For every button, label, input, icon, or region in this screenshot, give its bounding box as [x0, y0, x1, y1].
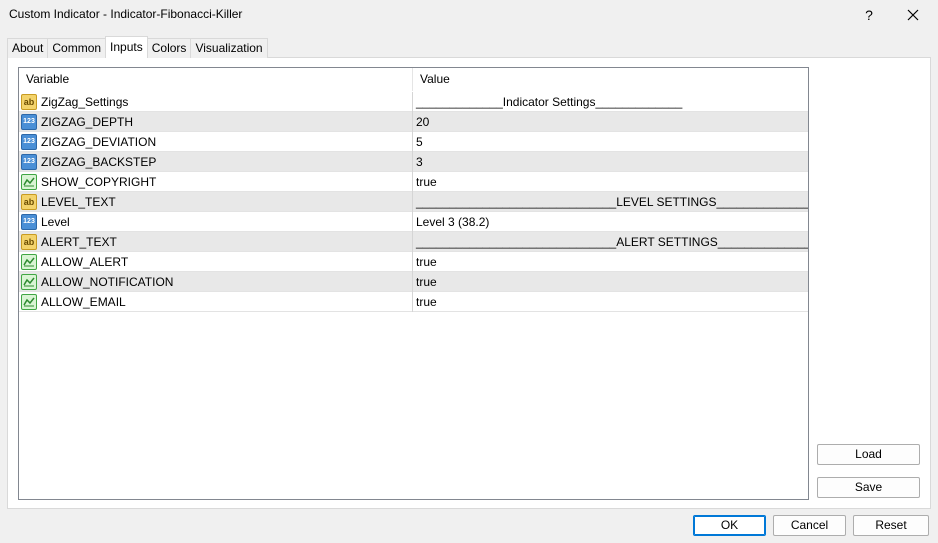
- table-row[interactable]: SHOW_COPYRIGHT true: [19, 172, 808, 192]
- grid-header: Variable Value: [19, 68, 808, 91]
- variable-cell: 123 ZIGZAG_DEPTH: [19, 112, 413, 132]
- table-row[interactable]: 123 ZIGZAG_BACKSTEP 3: [19, 152, 808, 172]
- variable-cell: ALLOW_NOTIFICATION: [19, 272, 413, 292]
- variable-name: ALLOW_ALERT: [41, 255, 129, 269]
- table-row[interactable]: 123 ZIGZAG_DEVIATION 5: [19, 132, 808, 152]
- variable-name: ZIGZAG_DEVIATION: [41, 135, 157, 149]
- variable-cell: ALLOW_ALERT: [19, 252, 413, 272]
- tab-colors[interactable]: Colors: [146, 38, 192, 58]
- tab-visualization[interactable]: Visualization: [190, 38, 268, 58]
- variable-cell: SHOW_COPYRIGHT: [19, 172, 413, 192]
- variable-name: ALLOW_NOTIFICATION: [41, 275, 174, 289]
- ok-button[interactable]: OK: [693, 515, 766, 536]
- table-row[interactable]: ALLOW_NOTIFICATION true: [19, 272, 808, 292]
- value-cell[interactable]: ______________________________ALERT SETT…: [413, 232, 808, 252]
- value-cell[interactable]: true: [413, 272, 808, 292]
- variable-name: ZIGZAG_DEPTH: [41, 115, 134, 129]
- variable-cell: 123 ZIGZAG_DEVIATION: [19, 132, 413, 152]
- value-cell[interactable]: true: [413, 252, 808, 272]
- table-row[interactable]: 123 Level Level 3 (38.2): [19, 212, 808, 232]
- table-row[interactable]: ALLOW_EMAIL true: [19, 292, 808, 312]
- help-button[interactable]: ?: [847, 0, 891, 29]
- save-button[interactable]: Save: [817, 477, 920, 498]
- value-cell[interactable]: 20: [413, 112, 808, 132]
- variable-name: ALLOW_EMAIL: [41, 295, 126, 309]
- boolean-icon: [21, 274, 37, 290]
- window-title: Custom Indicator - Indicator-Fibonacci-K…: [9, 7, 243, 21]
- string-icon: ab: [21, 194, 37, 210]
- string-icon: ab: [21, 94, 37, 110]
- variable-name: SHOW_COPYRIGHT: [41, 175, 157, 189]
- number-icon: 123: [21, 154, 37, 170]
- tab-common[interactable]: Common: [47, 38, 107, 58]
- tab-strip: About Common Inputs Colors Visualization: [7, 36, 268, 58]
- column-header-value[interactable]: Value: [413, 68, 808, 91]
- reset-button[interactable]: Reset: [853, 515, 929, 536]
- tab-about[interactable]: About: [7, 38, 49, 58]
- variable-cell: 123 Level: [19, 212, 413, 232]
- boolean-icon: [21, 174, 37, 190]
- variable-name: ZIGZAG_BACKSTEP: [41, 155, 157, 169]
- variable-cell: ab LEVEL_TEXT: [19, 192, 413, 212]
- value-cell[interactable]: true: [413, 292, 808, 312]
- value-cell[interactable]: ______________________________LEVEL SETT…: [413, 192, 808, 212]
- grid-rows: ab ZigZag_Settings _____________Indicator …: [19, 92, 808, 312]
- number-icon: 123: [21, 214, 37, 230]
- close-button[interactable]: [891, 0, 935, 29]
- number-icon: 123: [21, 134, 37, 150]
- boolean-icon: [21, 254, 37, 270]
- variable-cell: ab ZigZag_Settings: [19, 92, 413, 112]
- table-row[interactable]: ab ZigZag_Settings _____________Indicator …: [19, 92, 808, 112]
- value-cell[interactable]: Level 3 (38.2): [413, 212, 808, 232]
- variable-cell: ALLOW_EMAIL: [19, 292, 413, 312]
- inputs-grid: Variable Value ab ZigZag_Settings ________…: [18, 67, 809, 500]
- value-cell[interactable]: 3: [413, 152, 808, 172]
- table-row[interactable]: ALLOW_ALERT true: [19, 252, 808, 272]
- table-row[interactable]: ab LEVEL_TEXT ____________________________…: [19, 192, 808, 212]
- number-icon: 123: [21, 114, 37, 130]
- load-button[interactable]: Load: [817, 444, 920, 465]
- column-header-variable[interactable]: Variable: [19, 68, 413, 91]
- cancel-button[interactable]: Cancel: [773, 515, 846, 536]
- variable-cell: 123 ZIGZAG_BACKSTEP: [19, 152, 413, 172]
- table-row[interactable]: ab ALERT_TEXT ____________________________…: [19, 232, 808, 252]
- tab-inputs[interactable]: Inputs: [105, 36, 148, 58]
- close-icon: [907, 9, 919, 20]
- table-row[interactable]: 123 ZIGZAG_DEPTH 20: [19, 112, 808, 132]
- boolean-icon: [21, 294, 37, 310]
- string-icon: ab: [21, 234, 37, 250]
- value-cell[interactable]: 5: [413, 132, 808, 152]
- variable-name: ZigZag_Settings: [41, 95, 129, 109]
- variable-name: ALERT_TEXT: [41, 235, 117, 249]
- value-cell[interactable]: true: [413, 172, 808, 192]
- title-bar: Custom Indicator - Indicator-Fibonacci-K…: [0, 0, 938, 29]
- value-cell[interactable]: _____________Indicator Settings_________…: [413, 92, 808, 112]
- variable-name: LEVEL_TEXT: [41, 195, 116, 209]
- variable-name: Level: [41, 215, 70, 229]
- variable-cell: ab ALERT_TEXT: [19, 232, 413, 252]
